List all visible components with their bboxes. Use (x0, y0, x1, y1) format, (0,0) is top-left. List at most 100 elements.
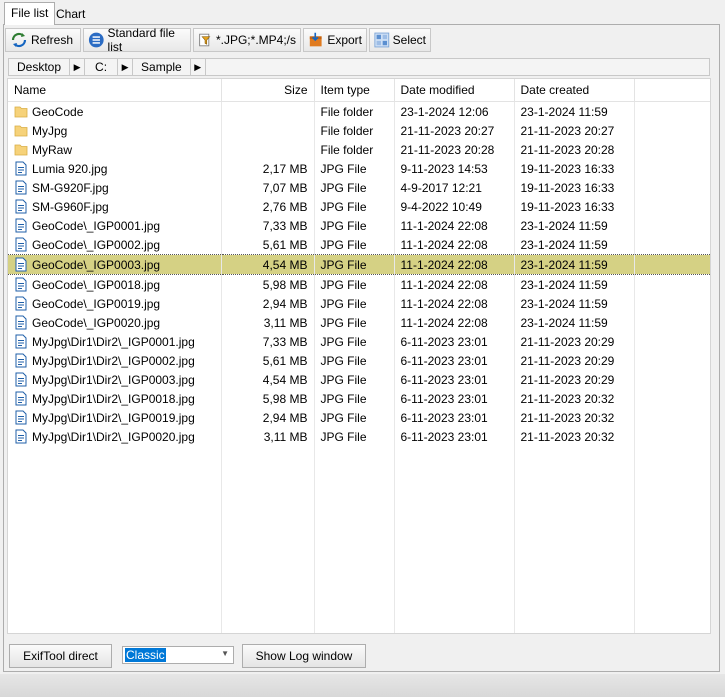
column-header-item-type[interactable]: Item type (314, 79, 395, 102)
table-row[interactable]: GeoCode\_IGP0003.jpg 4,54 MB JPG File 11-1-… (8, 254, 710, 275)
cell-name[interactable]: MyJpg (8, 121, 222, 140)
cell-date-modified: 11-1-2024 22:08 (394, 254, 515, 275)
column-header-date-modified[interactable]: Date modified (394, 79, 515, 102)
cell-date-modified: 11-1-2024 22:08 (394, 216, 515, 235)
cell-empty (634, 408, 710, 427)
cell-date-created: 23-1-2024 11:59 (514, 101, 635, 121)
cell-item-type: JPG File (314, 197, 395, 216)
cell-item-type: File folder (314, 140, 395, 159)
file-name: GeoCode\_IGP0003.jpg (32, 257, 161, 272)
table-row[interactable]: SM-G920F.jpg 7,07 MB JPG File 4-9-2017 12:2… (8, 178, 710, 197)
cell-date-modified: 11-1-2024 22:08 (394, 294, 515, 313)
cell-name[interactable]: SM-G960F.jpg (8, 197, 222, 216)
cell-name[interactable]: MyJpg\Dir1\Dir2\_IGP0020.jpg (8, 427, 222, 446)
cell-name[interactable]: MyRaw (8, 140, 222, 159)
column-header-date-created[interactable]: Date created (514, 79, 635, 102)
file-name: GeoCode\_IGP0001.jpg (32, 218, 161, 233)
table-row[interactable]: GeoCode File folder 23-1-2024 12:06 23-1-20… (8, 101, 710, 121)
folder-icon (14, 104, 28, 119)
standard-file-list-button[interactable]: Standard file list (83, 26, 191, 54)
table-row[interactable]: Lumia 920.jpg 2,17 MB JPG File 9-11-2023 14… (8, 159, 710, 178)
cell-name[interactable]: GeoCode\_IGP0002.jpg (8, 235, 222, 255)
cell-name[interactable]: MyJpg\Dir1\Dir2\_IGP0001.jpg (8, 332, 222, 351)
table-row[interactable]: MyJpg\Dir1\Dir2\_IGP0018.jpg 5,98 MB JPG F… (8, 389, 710, 408)
table-row[interactable]: MyJpg File folder 21-11-2023 20:27 21-11-20… (8, 121, 710, 140)
export-button[interactable]: Export (303, 28, 367, 52)
file-name: MyJpg\Dir1\Dir2\_IGP0001.jpg (32, 334, 195, 349)
breadcrumb-desktop[interactable]: Desktop (9, 59, 71, 75)
filter-button[interactable]: *.JPG;*.MP4;/s (193, 28, 301, 52)
table-row[interactable]: MyJpg\Dir1\Dir2\_IGP0003.jpg 4,54 MB JPG F… (8, 370, 710, 389)
cell-size: 5,61 MB (221, 351, 315, 370)
file-name: MyJpg\Dir1\Dir2\_IGP0019.jpg (32, 410, 195, 425)
breadcrumb-arrow-icon[interactable]: ▶ (191, 59, 206, 75)
cell-name[interactable]: GeoCode (8, 101, 222, 121)
table-row[interactable]: MyJpg\Dir1\Dir2\_IGP0019.jpg 2,94 MB JPG F… (8, 408, 710, 427)
file-icon (14, 372, 28, 387)
cell-name[interactable]: MyJpg\Dir1\Dir2\_IGP0002.jpg (8, 351, 222, 370)
cell-empty (634, 389, 710, 408)
mode-select-value: Classic (125, 648, 166, 662)
status-bar (0, 674, 725, 697)
cell-size (221, 140, 315, 159)
cell-name[interactable]: Lumia 920.jpg (8, 159, 222, 178)
cell-name[interactable]: GeoCode\_IGP0001.jpg (8, 216, 222, 235)
cell-size: 2,94 MB (221, 408, 315, 427)
cell-name[interactable]: GeoCode\_IGP0003.jpg (8, 254, 222, 275)
column-header-name[interactable]: Name (8, 79, 222, 102)
table-row[interactable]: MyRaw File folder 21-11-2023 20:28 21-11-20… (8, 140, 710, 159)
file-grid[interactable]: Name Size Item type Date modified Date c… (7, 78, 711, 634)
cell-date-modified: 6-11-2023 23:01 (394, 332, 515, 351)
table-row[interactable]: GeoCode\_IGP0019.jpg 2,94 MB JPG File 11-1-… (8, 294, 710, 313)
breadcrumb-arrow-icon[interactable]: ▶ (118, 59, 134, 75)
select-button[interactable]: Select (369, 28, 431, 52)
file-name: SM-G960F.jpg (32, 199, 109, 214)
refresh-button[interactable]: Refresh (5, 28, 81, 52)
show-log-window-button[interactable]: Show Log window (242, 644, 366, 668)
cell-date-created: 21-11-2023 20:32 (514, 408, 635, 427)
file-name: GeoCode\_IGP0002.jpg (32, 237, 161, 252)
export-icon (309, 32, 322, 47)
table-row[interactable]: GeoCode\_IGP0020.jpg 3,11 MB JPG File 11-1-… (8, 313, 710, 332)
cell-name[interactable]: MyJpg\Dir1\Dir2\_IGP0018.jpg (8, 389, 222, 408)
cell-item-type: JPG File (314, 370, 395, 389)
cell-name[interactable]: GeoCode\_IGP0018.jpg (8, 274, 222, 294)
cell-item-type: JPG File (314, 427, 395, 446)
file-name: MyJpg\Dir1\Dir2\_IGP0003.jpg (32, 372, 195, 387)
cell-name[interactable]: GeoCode\_IGP0020.jpg (8, 313, 222, 332)
cell-name[interactable]: GeoCode\_IGP0019.jpg (8, 294, 222, 313)
cell-item-type: JPG File (314, 294, 395, 313)
cell-size: 7,33 MB (221, 332, 315, 351)
exiftool-direct-button[interactable]: ExifTool direct (9, 644, 112, 668)
cell-empty (634, 197, 710, 216)
table-row[interactable]: GeoCode\_IGP0001.jpg 7,33 MB JPG File 11-1-… (8, 216, 710, 235)
cell-name[interactable]: MyJpg\Dir1\Dir2\_IGP0003.jpg (8, 370, 222, 389)
breadcrumb-c-drive[interactable]: C: (85, 59, 119, 75)
table-row[interactable]: MyJpg\Dir1\Dir2\_IGP0020.jpg 3,11 MB JPG F… (8, 427, 710, 446)
breadcrumb-arrow-icon[interactable]: ▶ (70, 59, 86, 75)
table-row[interactable]: MyJpg\Dir1\Dir2\_IGP0001.jpg 7,33 MB JPG F… (8, 332, 710, 351)
cell-date-created: 23-1-2024 11:59 (514, 294, 635, 313)
tab-file-list[interactable]: File list (4, 2, 56, 25)
cell-name[interactable]: MyJpg\Dir1\Dir2\_IGP0019.jpg (8, 408, 222, 427)
cell-size: 4,54 MB (221, 370, 315, 389)
breadcrumb-sample[interactable]: Sample (133, 59, 191, 75)
column-header-size[interactable]: Size (221, 79, 315, 102)
mode-select[interactable]: Classic ▼ (122, 646, 234, 664)
table-row[interactable]: SM-G960F.jpg 2,76 MB JPG File 9-4-2022 10:4… (8, 197, 710, 216)
table-row[interactable]: GeoCode\_IGP0018.jpg 5,98 MB JPG File 11-1-… (8, 274, 710, 294)
chevron-down-icon[interactable]: ▼ (221, 649, 229, 658)
table-row[interactable]: GeoCode\_IGP0002.jpg 5,61 MB JPG File 11-1-… (8, 235, 710, 255)
table-row[interactable]: MyJpg\Dir1\Dir2\_IGP0002.jpg 5,61 MB JPG F… (8, 351, 710, 370)
cell-size: 4,54 MB (221, 254, 315, 275)
cell-empty (634, 159, 710, 178)
folder-icon (14, 123, 28, 138)
empty-row (8, 484, 710, 503)
refresh-icon (11, 32, 27, 48)
list-icon (88, 32, 104, 48)
tab-chart[interactable]: Chart (50, 4, 91, 24)
file-name: GeoCode\_IGP0020.jpg (32, 315, 161, 330)
file-icon (14, 199, 28, 214)
cell-name[interactable]: SM-G920F.jpg (8, 178, 222, 197)
cell-empty (634, 351, 710, 370)
